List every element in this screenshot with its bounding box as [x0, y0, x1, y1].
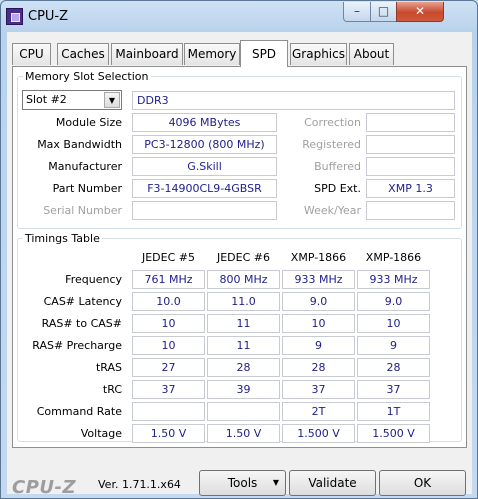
memory-slot-legend: Memory Slot Selection [25, 70, 149, 83]
buffered-label: Buffered [314, 160, 361, 173]
serial-number-label: Serial Number [43, 204, 122, 217]
timing-cell: 9 [282, 336, 355, 355]
correction-value [366, 113, 455, 132]
timing-cell: 9.0 [357, 292, 430, 311]
timing-row-label: tRC [102, 383, 122, 396]
spd-ext-value: XMP 1.3 [366, 179, 455, 198]
part-number-label: Part Number [52, 182, 122, 195]
serial-number-value [132, 201, 277, 220]
tools-button-label: Tools [227, 476, 258, 490]
week-year-label: Week/Year [303, 204, 361, 217]
week-year-value [366, 201, 455, 220]
timing-cell: 9 [357, 336, 430, 355]
timing-cell: 10.0 [132, 292, 205, 311]
timing-cell: 9.0 [282, 292, 355, 311]
timing-cell: 1T [357, 402, 430, 421]
timing-cell: 761 MHz [132, 270, 205, 289]
timing-row-label: Voltage [80, 427, 122, 440]
max-bandwidth-label: Max Bandwidth [37, 138, 122, 151]
timing-cell: 800 MHz [207, 270, 280, 289]
timing-cell: 1.50 V [207, 424, 280, 443]
timing-cell: 11 [207, 336, 280, 355]
memory-type-field: DDR3 [132, 91, 455, 110]
correction-label: Correction [304, 116, 361, 129]
timing-cell: 10 [357, 314, 430, 333]
timing-cell: 10 [132, 314, 205, 333]
timing-cell: 37 [357, 380, 430, 399]
timing-cell: 39 [207, 380, 280, 399]
timing-cell: 28 [357, 358, 430, 377]
tab-caches[interactable]: Caches [57, 43, 109, 65]
timing-row-label: tRAS [95, 361, 122, 374]
timing-cell: 1.500 V [282, 424, 355, 443]
max-bandwidth-value: PC3-12800 (800 MHz) [132, 135, 277, 154]
version-label: Ver. 1.71.1.x64 [98, 478, 181, 491]
module-size-value: 4096 MBytes [132, 113, 277, 132]
tools-button[interactable]: Tools ▼ [199, 470, 286, 496]
spd-tab-panel: Memory Slot Selection Slot #2 ▼ DDR3 Mod… [12, 66, 467, 448]
buffered-value [366, 157, 455, 176]
timing-cell: 28 [282, 358, 355, 377]
minimize-button[interactable]: – [343, 2, 371, 22]
window-title: CPU-Z [28, 9, 69, 24]
maximize-button[interactable]: □ [370, 2, 397, 22]
timing-cell: 37 [132, 380, 205, 399]
timings-column-header: XMP-1866 [365, 251, 422, 264]
registered-label: Registered [302, 138, 361, 151]
timings-column-header: XMP-1866 [290, 251, 347, 264]
tab-cpu[interactable]: CPU [12, 43, 51, 65]
cpuz-brand-logo: CPU-Z [12, 477, 77, 498]
timings-legend: Timings Table [25, 232, 100, 245]
tab-mainboard[interactable]: Mainboard [111, 43, 183, 65]
timing-row-label: RAS# to CAS# [41, 317, 122, 330]
chevron-down-icon[interactable]: ▼ [104, 92, 120, 108]
timing-cell: 11.0 [207, 292, 280, 311]
slot-select[interactable]: Slot #2 ▼ [22, 90, 122, 110]
tab-memory[interactable]: Memory [184, 43, 240, 65]
timing-cell: 1.500 V [357, 424, 430, 443]
timing-row-label: CAS# Latency [43, 295, 122, 308]
cpuz-app-icon [6, 8, 23, 25]
timings-column-header: JEDEC #6 [216, 251, 270, 264]
manufacturer-label: Manufacturer [48, 160, 122, 173]
tab-about[interactable]: About [349, 43, 394, 65]
tab-spd[interactable]: SPD [240, 40, 288, 67]
timing-row-label: RAS# Precharge [32, 339, 122, 352]
timing-cell [207, 402, 280, 421]
spd-ext-label: SPD Ext. [314, 182, 361, 195]
validate-button[interactable]: Validate [289, 470, 376, 496]
registered-value [366, 135, 455, 154]
slot-select-value: Slot #2 [26, 93, 67, 106]
timing-cell: 27 [132, 358, 205, 377]
chevron-down-icon: ▼ [272, 478, 279, 487]
close-button[interactable]: ✕ [396, 2, 444, 22]
timing-cell [132, 402, 205, 421]
timing-cell: 933 MHz [282, 270, 355, 289]
module-size-label: Module Size [55, 116, 122, 129]
timing-cell: 37 [282, 380, 355, 399]
timing-cell: 2T [282, 402, 355, 421]
timing-row-label: Command Rate [36, 405, 122, 418]
timing-cell: 933 MHz [357, 270, 430, 289]
tab-graphics[interactable]: Graphics [290, 43, 347, 65]
title-bar[interactable]: CPU-Z – □ ✕ [1, 1, 477, 33]
timing-cell: 11 [207, 314, 280, 333]
timing-row-label: Frequency [65, 273, 122, 286]
part-number-value: F3-14900CL9-4GBSR [132, 179, 277, 198]
timings-column-header: JEDEC #5 [141, 251, 195, 264]
cpuz-window: CPU-Z – □ ✕ CPU Caches Mainboard Memory … [0, 0, 478, 499]
timing-cell: 28 [207, 358, 280, 377]
timing-cell: 10 [282, 314, 355, 333]
client-area: CPU Caches Mainboard Memory SPD Graphics… [7, 32, 472, 498]
timing-cell: 1.50 V [132, 424, 205, 443]
ok-button[interactable]: OK [379, 470, 466, 496]
manufacturer-value: G.Skill [132, 157, 277, 176]
timing-cell: 10 [132, 336, 205, 355]
